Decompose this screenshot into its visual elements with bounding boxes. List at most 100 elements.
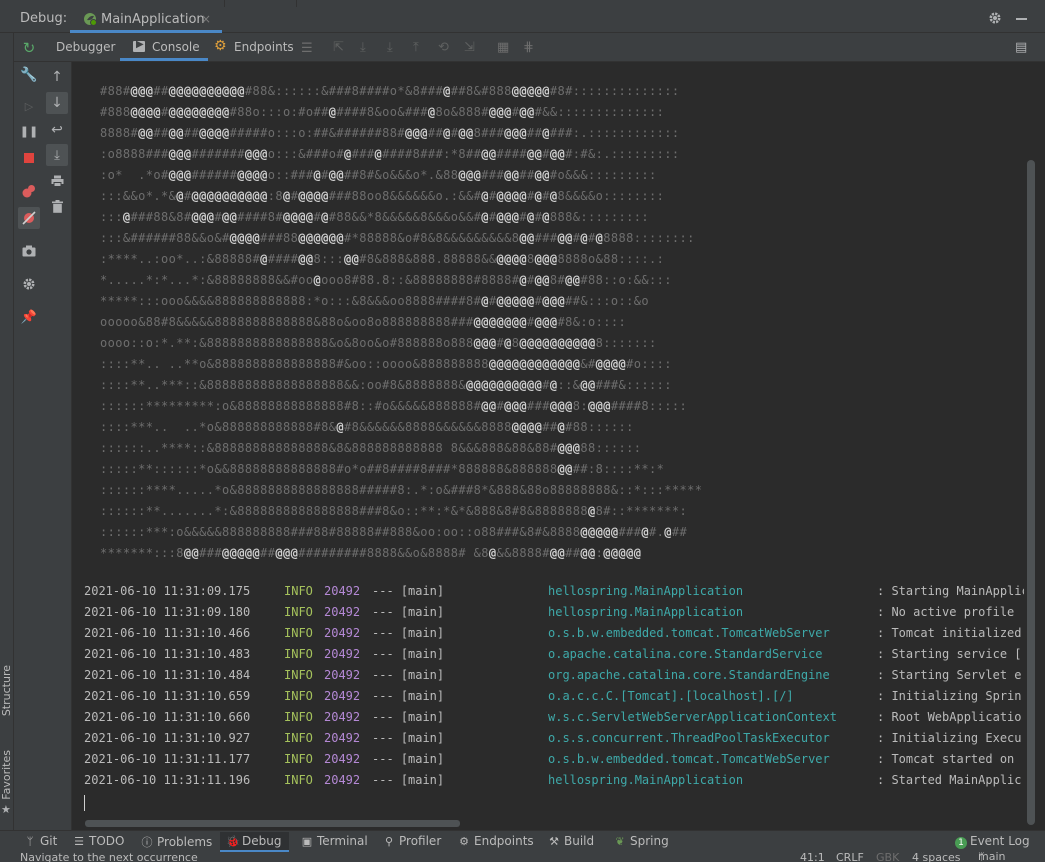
log-separator: --- [ — [372, 710, 409, 724]
tab-endpoints-bottom[interactable]: ⚙ Endpoints — [458, 834, 534, 852]
tab-profiler[interactable]: ⚲ Profiler — [383, 834, 441, 852]
log-logger: hellospring.MainApplication — [548, 773, 744, 787]
log-row: 2021-06-10 11:31:09.175 INFO 20492 --- [mai… — [84, 582, 1024, 603]
log-timestamp: 2021-06-10 11:31:11.177 — [84, 752, 251, 766]
view-breakpoints-icon[interactable] — [19, 181, 39, 201]
log-message: : Started MainApplic — [877, 773, 1022, 787]
tab-endpoints[interactable]: ⚙ Endpoints — [208, 33, 296, 61]
stop-icon[interactable] — [19, 148, 39, 168]
log-separator: --- [ — [372, 689, 409, 703]
log-message: : Initializing Sprin — [877, 689, 1022, 703]
console-output[interactable]: #88#@@@##@@@@@@@@@@#88&::::::&###8####o*… — [72, 62, 1024, 830]
line-separator[interactable]: CRLF — [836, 852, 864, 862]
log-thread: main] — [408, 605, 445, 619]
log-pid: 20492 — [324, 710, 361, 724]
trace-icon[interactable]: ⋕ — [523, 40, 534, 55]
tab-console[interactable]: ▶ Console — [120, 33, 208, 61]
log-timestamp: 2021-06-10 11:31:10.659 — [84, 689, 251, 703]
close-tab-icon[interactable]: × — [201, 12, 211, 26]
log-pid: 20492 — [324, 668, 361, 682]
step-over-icon[interactable]: ⤓ — [360, 40, 366, 55]
arrow-up-icon[interactable]: ↑ — [47, 67, 67, 87]
log-separator: --- [ — [372, 605, 409, 619]
step-into-icon[interactable]: ⤓ — [387, 40, 393, 55]
log-logger: hellospring.MainApplication — [548, 605, 744, 619]
log-separator: --- [ — [372, 584, 409, 598]
ascii-art-line: :o8888###@@@#######@@@o:::&###o#@###@###… — [100, 147, 680, 161]
evaluate-expression-icon[interactable]: ▦ — [497, 40, 509, 55]
tab-todo[interactable]: ☰ TODO — [73, 834, 124, 852]
hammer-icon: ⚒ — [549, 835, 559, 848]
log-logger: o.apache.catalina.core.StandardService — [548, 647, 823, 661]
ascii-art-banner: #88#@@@##@@@@@@@@@@#88&::::::&###8####o*… — [100, 81, 702, 564]
list-icon: ☰ — [74, 835, 84, 848]
tab-terminal-label: Terminal — [317, 834, 368, 848]
soft-wrap-icon[interactable]: ↩ — [47, 120, 67, 140]
log-thread: main] — [408, 752, 445, 766]
print-icon[interactable] — [47, 171, 67, 191]
log-message: : Starting MainApplic — [877, 584, 1024, 598]
tab-spring[interactable]: ❦ Spring — [614, 834, 668, 852]
minimize-icon[interactable] — [1016, 18, 1027, 20]
camera-icon[interactable] — [19, 241, 39, 261]
caret-position[interactable]: 41:1 — [800, 852, 825, 862]
show-execution-point-icon[interactable]: ⇱ — [333, 40, 344, 55]
log-thread: main] — [408, 647, 445, 661]
structure-tab[interactable]: Structure — [0, 665, 13, 716]
drop-frame-icon[interactable]: ⟲ — [438, 40, 449, 55]
tab-git[interactable]: ᛘ Git — [24, 834, 58, 852]
debug-label: Debug: — [20, 11, 68, 26]
log-level: INFO — [284, 731, 313, 745]
tab-debugger-label: Debugger — [56, 40, 116, 54]
settings-icon[interactable] — [19, 274, 39, 294]
run-config-label: MainApplication — [101, 12, 205, 27]
star-icon: ★ — [1, 803, 11, 816]
restore-layout-icon[interactable]: ▤ — [1015, 40, 1027, 55]
log-separator: --- [ — [372, 626, 409, 640]
trash-icon[interactable] — [47, 196, 67, 216]
tab-endpoints-label: Endpoints — [234, 40, 294, 54]
layout-menu-icon[interactable]: ☰ — [301, 41, 313, 56]
tab-divider — [296, 0, 327, 7]
tab-problems[interactable]: ⓘ Problems — [141, 834, 213, 852]
scroll-to-end-icon[interactable]: ⤓ — [46, 144, 68, 166]
spring-leaf-icon: ❦ — [615, 835, 625, 848]
ascii-art-line: ooooo&88#8&&&&&8888888888888&88o&oo8o888… — [100, 315, 627, 329]
horizontal-scrollbar[interactable] — [85, 820, 460, 827]
ascii-art-line: :::::**::::::*o&&88888888888888#o*o##8##… — [100, 462, 665, 476]
tab-problems-label: Problems — [157, 835, 213, 849]
ascii-art-line: ::::::*********:o&88888888888888#8::#o&&… — [100, 399, 688, 413]
ascii-art-line: #888@@@@#@@@@@@@@#88o:::o:#o##@####8&oo&… — [100, 105, 665, 119]
indent-setting[interactable]: 4 spaces — [912, 852, 961, 862]
tab-todo-label: TODO — [89, 834, 125, 848]
tab-terminal[interactable]: ▣ Terminal — [301, 834, 368, 852]
log-thread: main] — [408, 773, 445, 787]
ascii-art-line: *******:::8@@###@@@@@##@@@#########8888&… — [100, 546, 642, 560]
tab-debug[interactable]: 🐞 Debug — [220, 832, 290, 852]
debug-toolbar: Debugger ▶ Console ⚙ Endpoints ☰ ⇱ ⤓ ⤓ ⤒… — [0, 33, 1045, 62]
arrow-down-icon[interactable]: ↓ — [46, 92, 68, 114]
step-out-icon[interactable]: ⤒ — [413, 40, 419, 55]
log-level: INFO — [284, 689, 313, 703]
tab-event-log[interactable]: 1 Event Log — [955, 834, 1030, 852]
tab-debugger[interactable]: Debugger — [44, 33, 120, 61]
gear-icon[interactable] — [988, 11, 1002, 25]
vertical-scrollbar[interactable] — [1027, 160, 1035, 825]
pin-icon[interactable]: 📌 — [19, 307, 39, 327]
rerun-icon[interactable]: ↻ — [19, 38, 39, 58]
ascii-art-line: *****:::ooo&&&&888888888888:*o:::&8&&&oo… — [100, 294, 649, 308]
resume-icon[interactable]: ▷ — [19, 96, 39, 116]
mute-breakpoints-icon[interactable] — [18, 207, 40, 229]
console-actions: ↑ ↓ ↩ ⤓ — [44, 62, 72, 830]
run-config-tab[interactable]: MainApplication × — [70, 7, 222, 33]
file-encoding[interactable]: GBK — [876, 852, 899, 862]
event-count-badge: 1 — [955, 837, 967, 849]
tab-build[interactable]: ⚒ Build — [548, 834, 594, 852]
favorites-tab[interactable]: Favorites — [0, 750, 13, 800]
pause-icon[interactable]: ❚❚ — [19, 121, 39, 141]
run-to-cursor-icon[interactable]: ⇲ — [464, 40, 475, 55]
log-pid: 20492 — [324, 626, 361, 640]
log-level: INFO — [284, 647, 313, 661]
console-caret-icon: ▶ — [136, 39, 144, 50]
wrench-icon[interactable]: 🔧 — [19, 65, 39, 85]
